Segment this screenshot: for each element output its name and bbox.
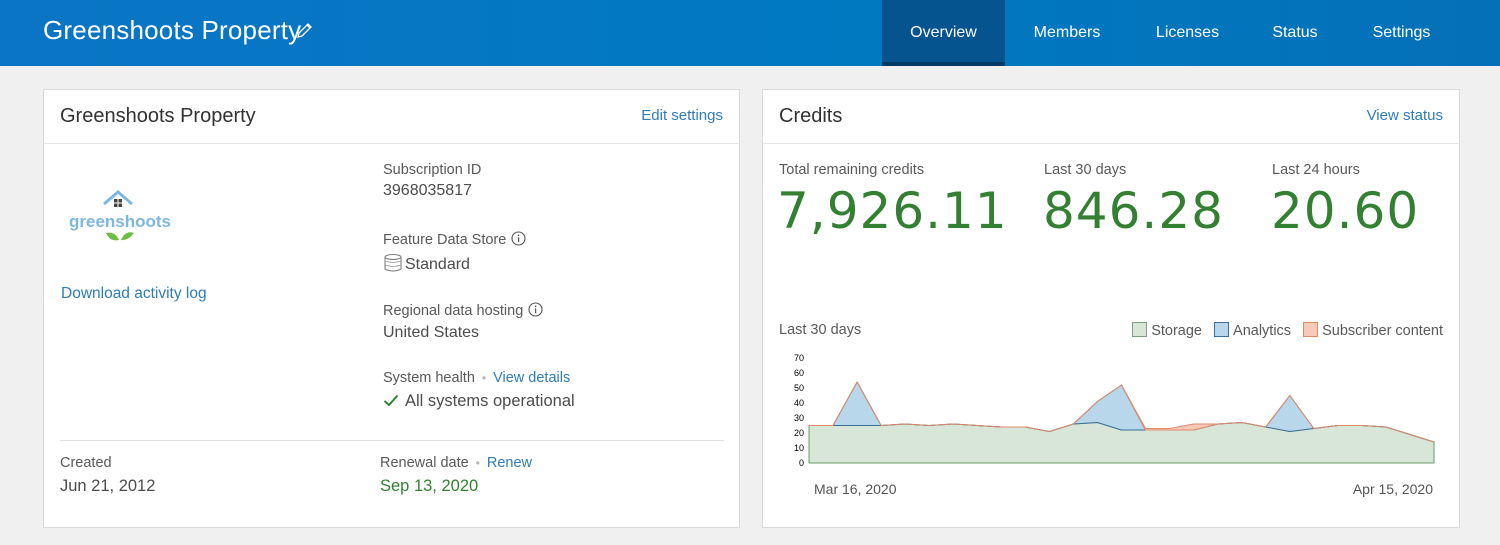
system-health-value: All systems operational [405,392,575,410]
view-status-link[interactable]: View status [1367,107,1443,124]
download-activity-log-link[interactable]: Download activity log [61,285,207,303]
top-bar: Greenshoots Property Overview Members Li… [0,0,1500,66]
tab-settings-label: Settings [1372,24,1431,41]
logo-text: greenshoots [69,212,171,231]
org-info-card: Greenshoots Property Edit settings green… [43,89,740,528]
tab-overview-label: Overview [910,24,977,41]
renew-link[interactable]: Renew [487,455,532,471]
chart-legend: Storage Analytics Subscriber content [1132,322,1443,339]
tab-licenses[interactable]: Licenses [1129,0,1246,66]
chart-areas [808,381,1435,464]
system-health-row: System health • View details [383,370,570,386]
subscription-id-label: Subscription ID [383,162,482,178]
y-tick-label: 30 [794,413,804,423]
last-24-hours-value: 20.60 [1271,182,1420,240]
view-details-link[interactable]: View details [493,370,570,386]
x-tick-start: Mar 16, 2020 [814,481,897,497]
subscription-id-value: 3968035817 [383,182,472,199]
y-tick-label: 70 [794,353,804,363]
created-value: Jun 21, 2012 [60,477,156,495]
legend-label-storage: Storage [1151,323,1202,339]
system-health-status: All systems operational [383,392,575,411]
credits-card-title: Credits [779,105,843,127]
legend-label-analytics: Analytics [1233,323,1292,339]
last-24-hours-label: Last 24 hours [1272,162,1360,178]
tab-members[interactable]: Members [1005,0,1129,66]
separator-dot: • [481,371,487,385]
org-logo: greenshoots [69,190,171,241]
system-health-label: System health [383,370,475,386]
feature-data-store-label: Feature Data Store [383,231,526,248]
legend-swatch-analytics [1214,322,1230,337]
legend-swatch-storage [1132,322,1148,337]
feature-data-store-label-text: Feature Data Store [383,232,507,248]
tab-settings[interactable]: Settings [1344,0,1459,66]
x-tick-end: Apr 15, 2020 [1353,481,1433,497]
edit-settings-link[interactable]: Edit settings [641,107,723,124]
y-tick-label: 50 [794,383,804,393]
y-tick-label: 10 [794,443,804,453]
legend-label-subscriber-content: Subscriber content [1322,323,1443,339]
info-icon[interactable] [511,231,526,246]
chart-title: Last 30 days [779,322,862,338]
renewal-date-value: Sep 13, 2020 [380,477,479,495]
tab-status-label: Status [1272,24,1318,41]
tab-status[interactable]: Status [1246,0,1344,66]
legend-swatch-subscriber-content [1303,322,1319,337]
y-tick-label: 60 [794,368,804,378]
tab-overview[interactable]: Overview [882,0,1005,66]
regional-hosting-label: Regional data hosting [383,302,543,319]
total-credits-label: Total remaining credits [779,162,925,178]
renewal-date-label: Renewal date [380,455,469,471]
org-name-title: Greenshoots Property [43,15,302,45]
renewal-row: Renewal date • Renew [380,455,532,471]
info-icon[interactable] [528,302,543,317]
regional-hosting-label-text: Regional data hosting [383,303,524,319]
org-card-header: Greenshoots Property Edit settings [44,90,739,144]
tab-licenses-label: Licenses [1155,24,1220,41]
separator-dot: • [475,456,480,470]
created-label: Created [60,455,112,471]
feature-data-store-value: Standard [383,253,470,274]
checkmark-icon [383,394,399,407]
pencil-icon[interactable] [296,21,314,39]
total-credits-value: 7,926.11 [777,182,1008,240]
feature-data-store-value-text: Standard [405,256,470,273]
regional-hosting-value: United States [383,324,480,341]
y-tick-label: 0 [799,458,804,468]
credits-card: Credits View status Total remaining cred… [762,89,1460,528]
last-30-days-value: 846.28 [1043,182,1224,240]
last-30-days-label: Last 30 days [1044,162,1127,178]
credits-card-header: Credits View status [763,90,1459,144]
y-axis-ticks: 0 10 20 30 40 50 60 70 [794,353,804,468]
org-card-title: Greenshoots Property [60,105,256,127]
tab-members-label: Members [1033,24,1101,41]
credits-chart: 0 10 20 30 40 50 60 70 Mar 16, 2020 Apr 15, 202… [794,353,1435,497]
y-tick-label: 40 [794,398,804,408]
y-tick-label: 20 [794,428,804,438]
divider [60,440,724,441]
database-icon [384,254,402,272]
